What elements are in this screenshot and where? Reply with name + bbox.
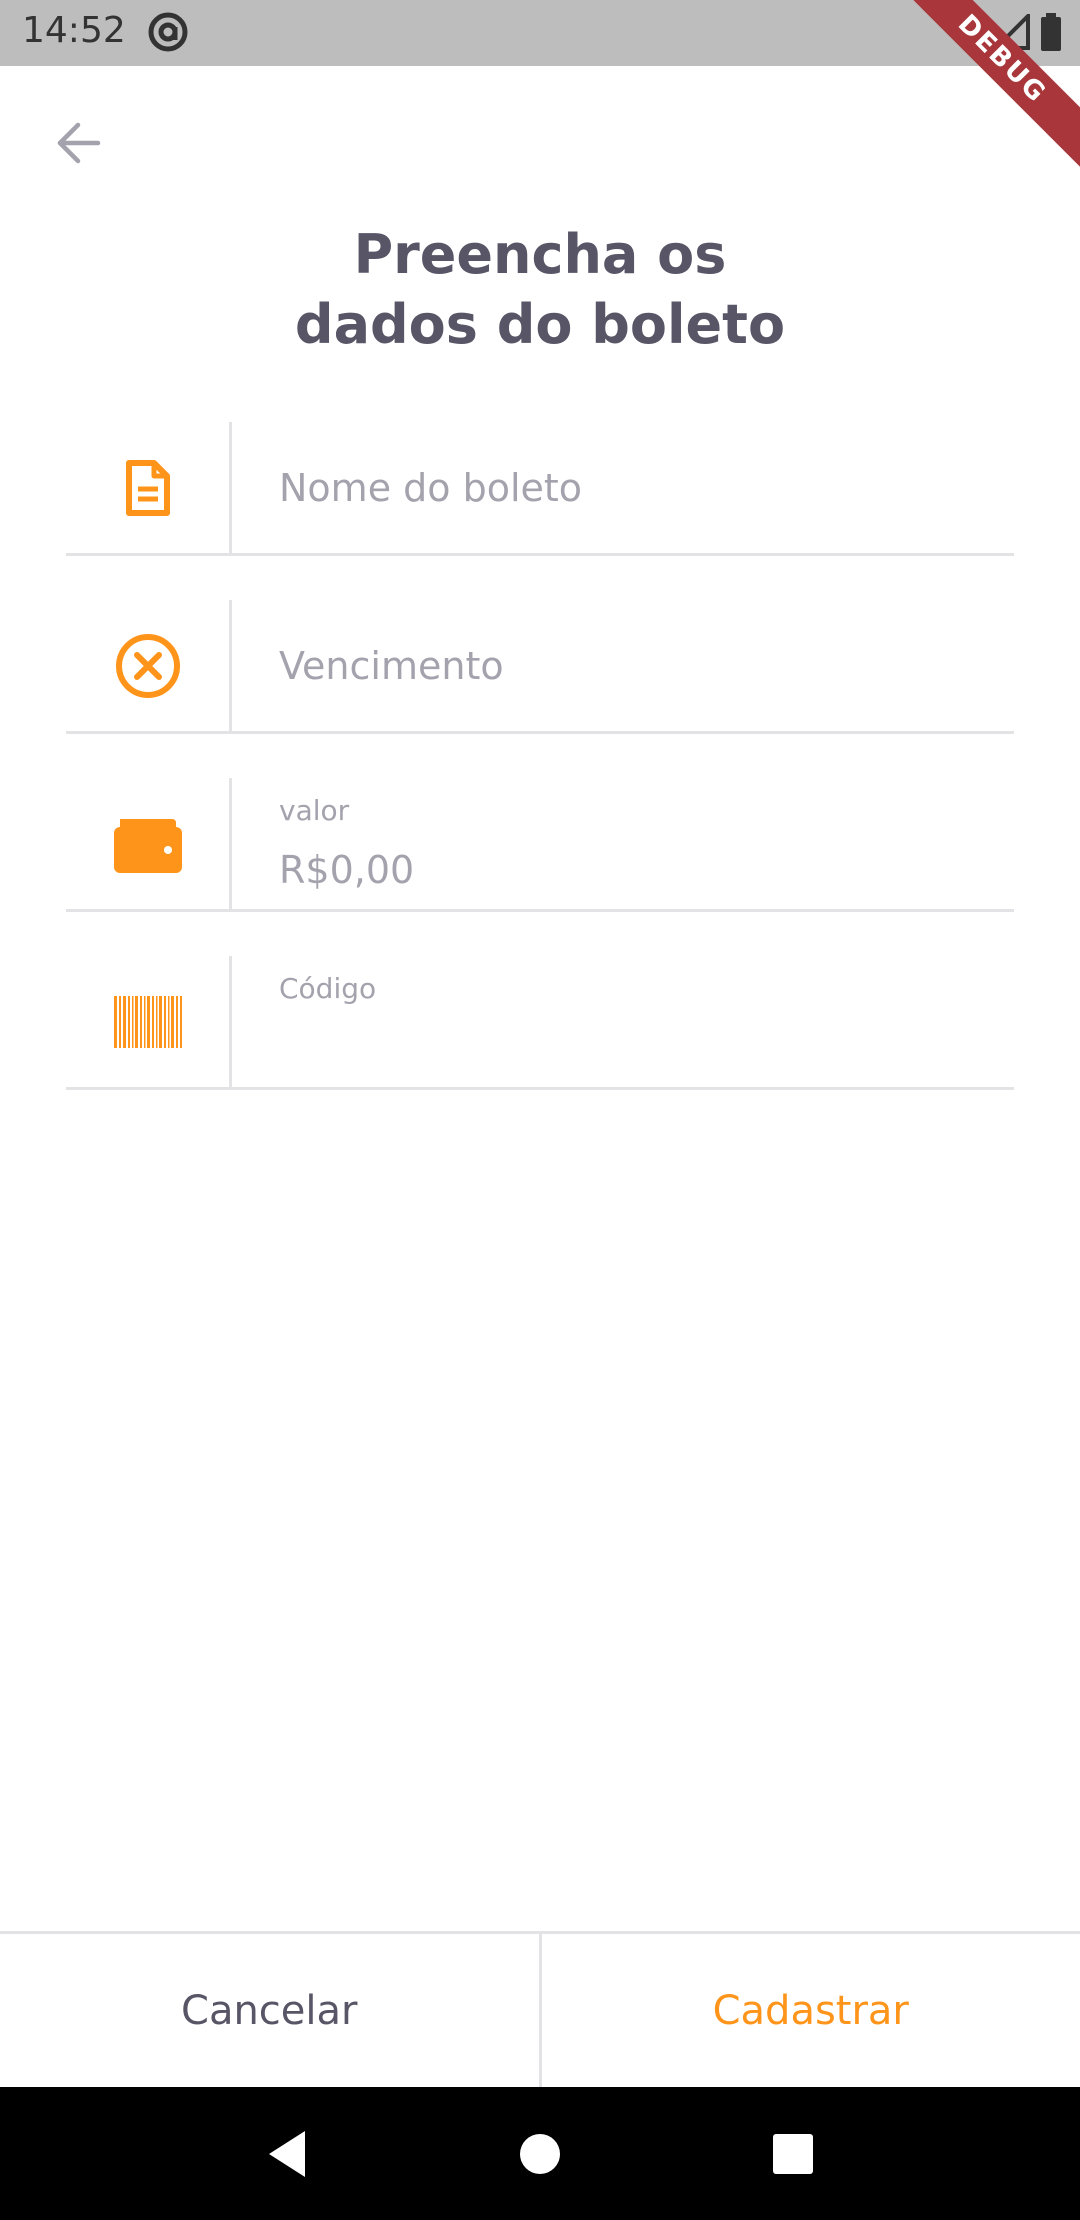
nav-home-button[interactable] [500,2114,580,2194]
document-icon [125,459,170,516]
page-title-line1: Preencha os [353,223,727,286]
nav-recents-button[interactable] [753,2114,833,2194]
back-button[interactable] [40,110,116,176]
submit-button[interactable]: Cadastrar [542,1934,1080,2087]
page-title-line2: dados do boleto [294,293,786,356]
amount-field[interactable]: valor R$0,00 [66,778,1014,912]
due-date-field [66,600,1014,734]
cancel-button[interactable]: Cancelar [0,1934,542,2087]
name-input[interactable] [279,422,1014,553]
code-field[interactable]: Código [66,956,1014,1090]
boleto-form: valor R$0,00 [66,422,1014,1134]
amount-field-icon-cell [66,778,232,909]
battery-icon [1040,13,1062,55]
code-label: Código [279,972,377,1005]
system-nav-bar [0,2087,1080,2220]
status-bar: 14:52 [0,0,1080,66]
triangle-back-icon [268,2130,305,2177]
amount-input[interactable]: R$0,00 [279,848,414,892]
amount-label: valor [279,794,350,827]
circle-home-icon [519,2133,560,2174]
square-recents-icon [773,2133,814,2174]
action-bar: Cancelar Cadastrar [0,1931,1080,2087]
nav-back-button[interactable] [247,2114,327,2194]
barcode-icon [113,995,182,1048]
due-date-input[interactable] [279,600,1014,731]
cancel-circle-icon [115,633,180,698]
name-field [66,422,1014,556]
name-field-icon-cell [66,422,232,553]
arrow-left-icon [57,122,101,164]
code-field-icon-cell [66,956,232,1087]
due-date-field-icon-cell [66,600,232,731]
wallet-icon [113,818,182,873]
at-sign-icon [146,10,190,54]
status-time: 14:52 [22,10,126,51]
page-title: Preencha os dados do boleto [0,220,1080,360]
